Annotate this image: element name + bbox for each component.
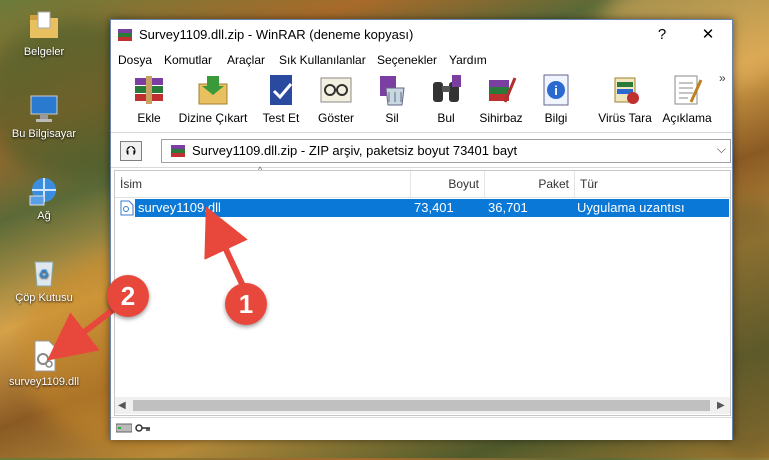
annotation-arrows <box>46 206 248 361</box>
arrow-1 <box>204 206 248 288</box>
step-badge-1: 1 <box>225 283 267 325</box>
arrow-2 <box>46 303 120 361</box>
step-badge-2: 2 <box>107 275 149 317</box>
